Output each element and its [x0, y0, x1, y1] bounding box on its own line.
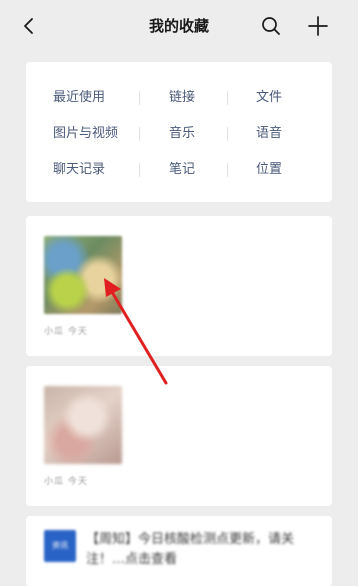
divider: [139, 163, 140, 177]
favorite-meta: 小瓜 今天: [44, 477, 88, 487]
search-icon[interactable]: [260, 15, 282, 37]
filter-images-videos[interactable]: 图片与视频: [53, 125, 118, 143]
article-icon: 资讯: [44, 530, 76, 562]
divider: [227, 127, 228, 141]
plus-icon[interactable]: [306, 14, 330, 38]
filter-music[interactable]: 音乐: [169, 125, 195, 143]
divider: [139, 127, 140, 141]
divider: [139, 91, 140, 105]
favorite-item-article[interactable]: 资讯 【周知】今日核酸检测点更新，请关注！…点击查看: [26, 516, 332, 586]
favorite-item-image[interactable]: 小瓜 今天: [26, 366, 332, 506]
article-title: 【周知】今日核酸检测点更新，请关注！…点击查看: [86, 532, 295, 567]
filter-notes[interactable]: 笔记: [169, 161, 195, 179]
filter-voice[interactable]: 语音: [256, 125, 282, 143]
navigation-bar: 我的收藏: [0, 0, 358, 52]
page-title: 我的收藏: [148, 17, 209, 35]
favorite-meta: 小瓜 今天: [44, 327, 88, 337]
filter-recent[interactable]: 最近使用: [53, 89, 105, 107]
category-filter-panel: 最近使用 链接 文件 图片与视频 音乐 语音 聊天记录 笔记 位置: [26, 62, 332, 202]
favorite-item-image[interactable]: 小瓜 今天: [26, 216, 332, 356]
image-thumbnail[interactable]: [44, 386, 122, 464]
image-thumbnail[interactable]: [44, 236, 122, 314]
filter-chat-history[interactable]: 聊天记录: [53, 161, 105, 179]
divider: [227, 163, 228, 177]
filter-location[interactable]: 位置: [256, 161, 282, 179]
filter-links[interactable]: 链接: [169, 89, 195, 107]
filter-files[interactable]: 文件: [256, 89, 282, 107]
divider: [227, 91, 228, 105]
